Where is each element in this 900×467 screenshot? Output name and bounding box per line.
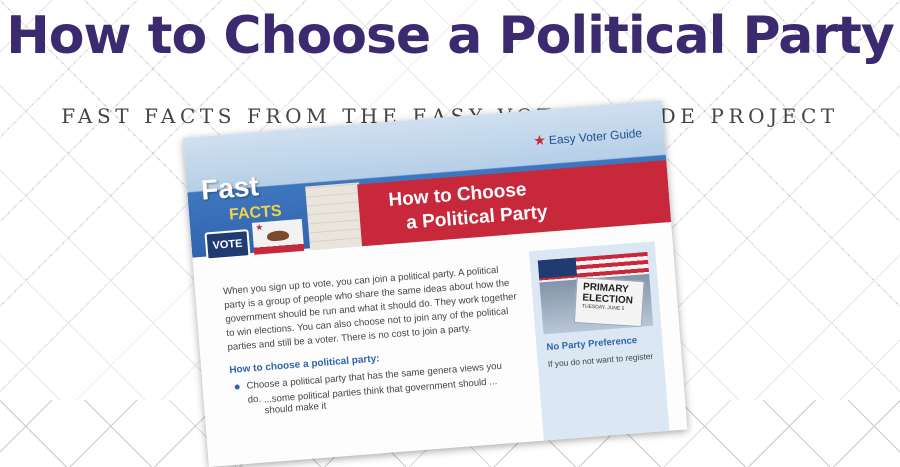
ballot-image [305, 182, 365, 251]
primary-election-photo: PRIMARY ELECTION TUESDAY, JUNE 5 [537, 251, 654, 335]
ballot-card: PRIMARY ELECTION TUESDAY, JUNE 5 [573, 277, 645, 328]
vote-sign-image: VOTE [204, 229, 251, 261]
fact-sheet-preview: ★ Easy Voter Guide Fast FACTS VOTE ★ How … [183, 100, 688, 467]
sidebar-heading: No Party Preference [546, 335, 638, 354]
fast-label: Fast [199, 170, 260, 206]
star-icon: ★ [532, 131, 547, 149]
sidebar-box: PRIMARY ELECTION TUESDAY, JUNE 5 No Part… [528, 241, 670, 441]
flag-bear-icon [266, 230, 290, 242]
intro-paragraph: When you sign up to vote, you can join a… [222, 264, 518, 354]
flag-canton [537, 257, 578, 279]
page-title: How to Choose a Political Party [6, 6, 894, 66]
california-flag-icon: ★ [251, 218, 305, 255]
flag-star-icon: ★ [254, 222, 264, 234]
sidebar-text: If you do not want to register [547, 350, 654, 370]
vote-sign-text: VOTE [212, 237, 243, 252]
bullet-icon [234, 384, 240, 390]
